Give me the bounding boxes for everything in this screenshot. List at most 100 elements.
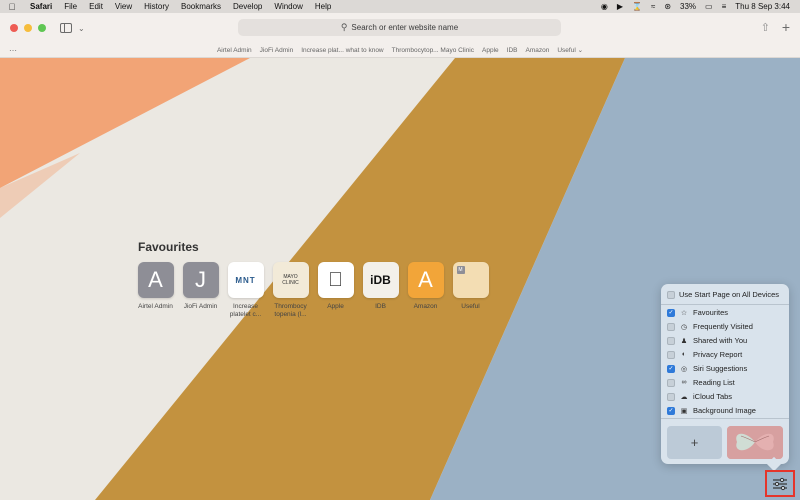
favourite-airtel[interactable]: A Airtel Admin	[137, 262, 174, 319]
image-icon: ▣	[680, 407, 688, 415]
menu-view[interactable]: View	[109, 2, 138, 11]
favourite-label: Increase platelet c...	[229, 303, 262, 318]
checkbox[interactable]	[667, 322, 675, 331]
favourite-jiofi[interactable]: J JioFi Admin	[182, 262, 219, 319]
option-label: Reading List	[693, 378, 735, 387]
use-start-page-label: Use Start Page on All Devices	[679, 290, 780, 299]
control-center-icon[interactable]: ≡	[722, 2, 727, 11]
favourites-heading: Favourites	[138, 240, 199, 254]
background-thumbnail[interactable]	[727, 426, 783, 459]
play-icon[interactable]: ▶	[617, 2, 623, 11]
sidebar-toggle-icon[interactable]	[60, 23, 72, 33]
checkbox[interactable]	[667, 378, 675, 387]
divider	[661, 418, 789, 419]
fav-link-mayo[interactable]: Thrombocytop... Mayo Clinic	[388, 47, 478, 54]
option-favourites[interactable]: ✓ ☆ Favourites	[667, 308, 728, 317]
checkbox[interactable]	[667, 290, 675, 299]
menu-safari[interactable]: Safari	[24, 2, 58, 11]
checkbox-checked[interactable]: ✓	[667, 406, 675, 415]
paperclip-icon[interactable]: ⌛	[632, 2, 642, 11]
wifi-icon[interactable]: ≈	[651, 2, 655, 11]
clock[interactable]: Thu 8 Sep 3:44	[735, 2, 790, 11]
apple-menu-icon[interactable]: 	[0, 2, 24, 12]
option-shared-with-you[interactable]: ♟ Shared with You	[667, 336, 747, 345]
favourite-apple[interactable]:  Apple	[317, 262, 354, 319]
favourite-amazon[interactable]: A Amazon	[407, 262, 444, 319]
option-siri-suggestions[interactable]: ✓ ◎ Siri Suggestions	[667, 364, 747, 373]
bluetooth-icon[interactable]: ⊛	[664, 2, 671, 11]
fav-link-increase[interactable]: Increase plat... what to know	[297, 47, 387, 54]
address-placeholder: Search or enter website name	[351, 23, 459, 32]
checkbox-checked[interactable]: ✓	[667, 364, 675, 373]
customize-start-page-popover: Use Start Page on All Devices ✓ ☆ Favour…	[661, 284, 789, 464]
mini-favicon: M	[456, 266, 465, 274]
share-icon[interactable]: ⇧	[761, 21, 770, 34]
close-window-icon[interactable]	[10, 24, 18, 32]
favourite-useful[interactable]: M Useful	[452, 262, 489, 319]
option-reading-list[interactable]: ∞ Reading List	[667, 378, 735, 387]
fav-link-jiofi[interactable]: JioFi Admin	[256, 47, 298, 54]
butterfly-thumbnail-image	[727, 426, 783, 459]
fav-link-useful[interactable]: Useful ⌄	[553, 46, 587, 54]
siri-icon: ◎	[680, 365, 688, 373]
grid-icon[interactable]: ⋯	[9, 46, 17, 55]
favourite-tile: A	[407, 262, 444, 298]
chevron-down-icon[interactable]: ⌄	[78, 24, 85, 33]
battery-icon[interactable]: ▭	[705, 2, 713, 11]
checkbox[interactable]	[667, 350, 675, 359]
zoom-window-icon[interactable]	[38, 24, 46, 32]
divider	[661, 304, 789, 305]
glasses-icon: ∞	[681, 379, 687, 386]
record-icon[interactable]: ◉	[601, 2, 608, 11]
menu-edit[interactable]: Edit	[83, 2, 109, 11]
fav-link-amazon[interactable]: Amazon	[521, 47, 553, 54]
option-label: Privacy Report	[693, 350, 743, 359]
checkbox[interactable]	[667, 336, 675, 345]
clock-icon: ◷	[680, 323, 688, 331]
favourite-label: Thrombocy topenia (l...	[274, 303, 307, 318]
search-icon: ⚲	[340, 22, 348, 32]
option-icloud-tabs[interactable]: ☁ iCloud Tabs	[667, 392, 732, 401]
favourite-mnt[interactable]: MNT Increase platelet c...	[227, 262, 264, 319]
favourite-label: Amazon	[413, 303, 438, 310]
favourite-idb[interactable]: iDB IDB	[362, 262, 399, 319]
favourite-tile: A	[137, 262, 174, 298]
menu-help[interactable]: Help	[309, 2, 337, 11]
menu-bookmarks[interactable]: Bookmarks	[175, 2, 227, 11]
favourites-grid: A Airtel Admin J JioFi Admin MNT Increas…	[137, 262, 489, 319]
browser-toolbar: ⌄ ⚲ Search or enter website name ⇧ +	[0, 13, 800, 43]
sliders-icon	[773, 477, 787, 490]
menu-history[interactable]: History	[138, 2, 175, 11]
menu-bar:  Safari File Edit View History Bookmark…	[0, 0, 800, 13]
window-controls	[10, 24, 46, 32]
option-frequently-visited[interactable]: ◷ Frequently Visited	[667, 322, 753, 331]
checkbox-checked[interactable]: ✓	[667, 308, 675, 317]
folder-tile: M	[452, 262, 489, 298]
favourite-label: IDB	[375, 303, 386, 310]
status-area: ◉ ▶ ⌛ ≈ ⊛ 33% ▭ ≡ Thu 8 Sep 3:44	[601, 2, 800, 11]
menu-develop[interactable]: Develop	[227, 2, 268, 11]
favourite-label: Airtel Admin	[138, 303, 173, 310]
customize-start-page-button[interactable]	[765, 470, 795, 497]
checkbox[interactable]	[667, 392, 675, 401]
address-bar[interactable]: ⚲ Search or enter website name	[238, 19, 561, 36]
shield-icon: ◐	[681, 351, 687, 358]
battery-percent: 33%	[680, 2, 697, 11]
menu-window[interactable]: Window	[268, 2, 308, 11]
fav-link-airtel[interactable]: Airtel Admin	[213, 47, 256, 54]
fav-link-apple[interactable]: Apple	[478, 47, 503, 54]
option-label: iCloud Tabs	[693, 392, 733, 401]
use-start-page-row[interactable]: Use Start Page on All Devices	[667, 290, 779, 299]
new-tab-icon[interactable]: +	[782, 19, 790, 35]
favourites-bar: ⋯ Airtel Admin JioFi Admin Increase plat…	[0, 43, 800, 58]
favourite-tile: J	[182, 262, 219, 298]
minimize-window-icon[interactable]	[24, 24, 32, 32]
fav-link-idb[interactable]: IDB	[503, 47, 522, 54]
option-privacy-report[interactable]: ◐ Privacy Report	[667, 350, 742, 359]
option-background-image[interactable]: ✓ ▣ Background Image	[667, 406, 756, 415]
favourite-mayo[interactable]: MAYO CLINIC Thrombocy topenia (l...	[272, 262, 309, 319]
apple-logo-icon: 	[317, 262, 354, 298]
add-background-button[interactable]: +	[667, 426, 722, 459]
menu-file[interactable]: File	[58, 2, 83, 11]
plus-icon: +	[690, 435, 699, 450]
